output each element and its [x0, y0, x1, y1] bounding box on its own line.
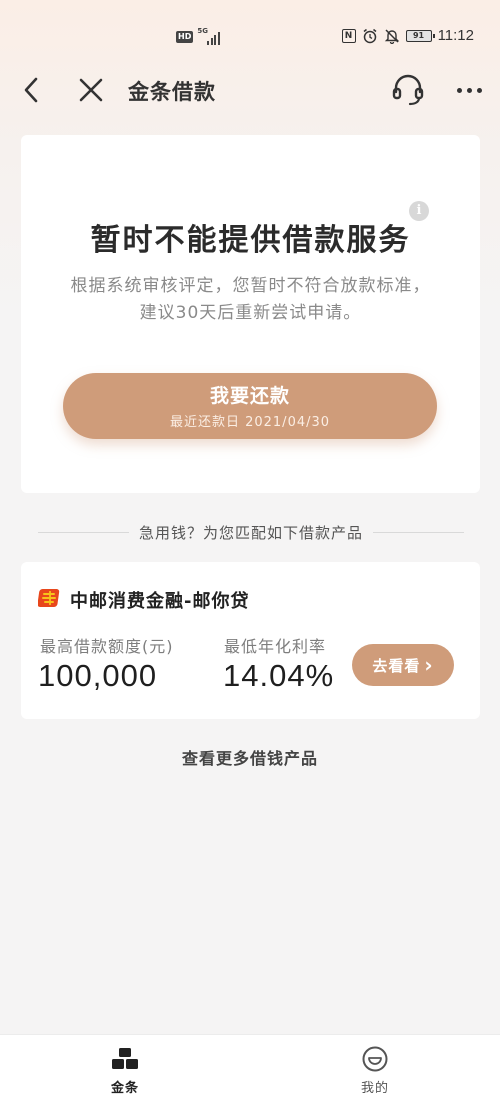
tab-label: 金条	[110, 1081, 139, 1096]
recommend-heading: 急用钱？为您匹配如下借款产品	[139, 523, 364, 542]
view-product-label: 去看看	[372, 656, 421, 675]
dot-icon	[466, 87, 472, 93]
loan-status-card: i 暂时不能提供借款服务 根据系统审核评定，您暂时不符合放款标准， 建议30天后…	[21, 135, 480, 493]
product-card[interactable]: 中邮消费金融-邮你贷 最高借款额度(元) 100,000 最低年化利率 14.0…	[21, 562, 480, 719]
more-products-link[interactable]: 查看更多借钱产品	[0, 745, 500, 769]
status-description: 根据系统审核评定，您暂时不符合放款标准， 建议30天后重新尝试申请。	[21, 273, 480, 327]
mute-bell-icon	[384, 28, 399, 44]
chevron-left-icon	[24, 77, 38, 103]
repay-due-date: 最近还款日 2021/04/30	[169, 415, 331, 430]
headset-icon	[392, 74, 424, 106]
recommend-divider: 急用钱？为您匹配如下借款产品	[38, 520, 465, 544]
smile-face-icon	[362, 1046, 388, 1072]
min-rate-label: 最低年化利率	[224, 637, 327, 656]
status-bar: HD 5G N 91 11:12	[0, 0, 500, 60]
min-rate-value: 14.04%	[223, 658, 335, 693]
tab-mine[interactable]: 我的	[335, 1045, 415, 1096]
top-nav: 金条借款	[0, 62, 500, 118]
repay-button-label: 我要还款	[209, 385, 290, 407]
chevron-right-icon: ›	[424, 653, 434, 677]
customer-service-button[interactable]	[390, 72, 426, 108]
battery-icon: 91	[405, 29, 435, 42]
max-amount-label: 最高借款额度(元)	[40, 637, 174, 656]
product-name: 中邮消费金融-邮你贷	[70, 591, 250, 612]
alarm-icon	[363, 28, 377, 43]
divider-line	[38, 531, 129, 533]
status-title: 暂时不能提供借款服务	[90, 223, 411, 258]
status-left: HD 5G	[176, 27, 223, 45]
status-description-line: 建议30天后重新尝试申请。	[139, 303, 362, 323]
china-post-logo-icon	[38, 589, 60, 607]
repay-button[interactable]: 我要还款 最近还款日 2021/04/30	[63, 373, 437, 439]
bottom-tab-bar: 金条 我的	[0, 1034, 500, 1100]
dot-icon	[456, 87, 462, 93]
view-product-button[interactable]: 去看看 ›	[352, 644, 454, 686]
status-description-line: 根据系统审核评定，您暂时不符合放款标准，	[70, 276, 431, 296]
status-right: N 91 11:12	[341, 27, 474, 44]
status-time: 11:12	[437, 27, 474, 44]
dot-icon	[476, 87, 482, 93]
bars-stack-icon	[112, 1048, 138, 1069]
close-button[interactable]	[76, 74, 106, 106]
more-options-button[interactable]	[452, 74, 486, 106]
hd-badge: HD	[176, 31, 194, 43]
close-icon	[79, 78, 103, 102]
tab-jintiao[interactable]: 金条	[85, 1045, 165, 1096]
max-amount-value: 100,000	[38, 658, 158, 693]
page-title: 金条借款	[128, 80, 216, 104]
nfc-icon: N	[341, 28, 356, 43]
divider-line	[373, 531, 465, 533]
tab-label: 我的	[360, 1081, 389, 1096]
signal-icon: 5G	[197, 27, 223, 45]
back-button[interactable]	[18, 74, 46, 106]
